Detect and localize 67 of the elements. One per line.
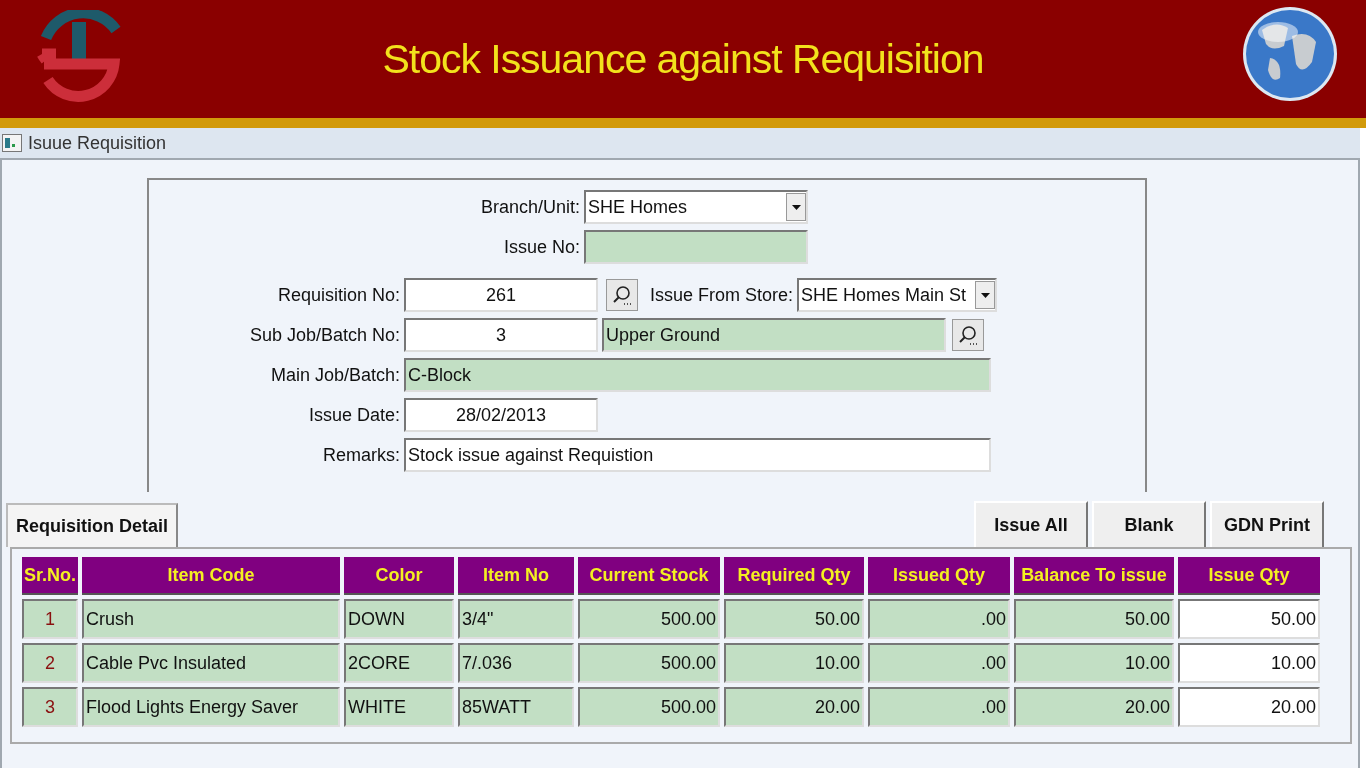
table-cell: 1 — [22, 599, 78, 639]
window-icon — [2, 134, 22, 152]
input-field[interactable]: C-Block — [404, 358, 991, 392]
caret-icon — [980, 292, 990, 298]
globe-icon — [1242, 6, 1338, 102]
search-icon — [611, 284, 633, 306]
dropdown[interactable]: SHE Homes — [584, 190, 808, 224]
input-field[interactable] — [584, 230, 808, 264]
field-label: Remarks: — [322, 443, 400, 467]
field-label: Requisition No: — [276, 283, 400, 307]
table-cell: 7/.036 — [458, 643, 574, 683]
column-header: Item No — [458, 557, 574, 595]
column-header: Required Qty — [724, 557, 864, 595]
table-cell: 50.00 — [724, 599, 864, 639]
input-field[interactable]: Upper Ground — [602, 318, 946, 352]
column-header: Color — [344, 557, 454, 595]
table-cell: .00 — [868, 687, 1010, 727]
column-header: Issued Qty — [868, 557, 1010, 595]
column-header: Issue Qty — [1178, 557, 1320, 595]
table-cell: 85WATT — [458, 687, 574, 727]
caret-icon — [791, 204, 801, 210]
table-cell: Crush — [82, 599, 340, 639]
table-cell: .00 — [868, 643, 1010, 683]
table-cell: Cable Pvc Insulated — [82, 643, 340, 683]
input-field[interactable]: 10.00 — [1178, 643, 1320, 683]
input-field[interactable]: 3 — [404, 318, 598, 352]
field-label: Issue Date: — [307, 403, 400, 427]
table-cell: WHITE — [344, 687, 454, 727]
table-cell: 2CORE — [344, 643, 454, 683]
table-cell: 20.00 — [1014, 687, 1174, 727]
input-field[interactable]: 50.00 — [1178, 599, 1320, 639]
lookup-button[interactable] — [606, 279, 638, 311]
table-cell: DOWN — [344, 599, 454, 639]
input-field[interactable]: 28/02/2013 — [404, 398, 598, 432]
table-cell: 20.00 — [724, 687, 864, 727]
table-cell: 3/4" — [458, 599, 574, 639]
field-label: Issue No: — [502, 235, 580, 259]
table-cell: 10.00 — [724, 643, 864, 683]
action-button[interactable]: Issue All — [974, 501, 1088, 549]
action-button[interactable]: GDN Print — [1210, 501, 1324, 549]
table-cell: 3 — [22, 687, 78, 727]
field-label: Issue From Store: — [650, 283, 794, 307]
lookup-button[interactable] — [952, 319, 984, 351]
column-header: Item Code — [82, 557, 340, 595]
field-label: Sub Job/Batch No: — [248, 323, 400, 347]
table-cell: .00 — [868, 599, 1010, 639]
table-cell: 2 — [22, 643, 78, 683]
column-header: Sr.No. — [22, 557, 78, 595]
table-cell: 10.00 — [1014, 643, 1174, 683]
table-cell: 500.00 — [578, 687, 720, 727]
field-label: Branch/Unit: — [479, 195, 580, 219]
window-title: Isuue Requisition — [28, 131, 167, 155]
column-header: Current Stock — [578, 557, 720, 595]
tab[interactable]: Requisition Detail — [6, 503, 178, 547]
search-icon — [957, 324, 979, 346]
input-field[interactable]: 20.00 — [1178, 687, 1320, 727]
table-cell: Flood Lights Energy Saver — [82, 687, 340, 727]
dropdown[interactable]: SHE Homes Main St — [797, 278, 998, 312]
table-cell: 500.00 — [578, 599, 720, 639]
column-header: Balance To issue — [1014, 557, 1174, 595]
page-title: Stock Issuance against Requisition — [382, 38, 984, 80]
field-label: Main Job/Batch: — [269, 363, 400, 387]
action-button[interactable]: Blank — [1092, 501, 1206, 549]
input-field[interactable]: 261 — [404, 278, 598, 312]
table-cell: 50.00 — [1014, 599, 1174, 639]
table-cell: 500.00 — [578, 643, 720, 683]
input-field[interactable]: Stock issue against Requistion — [404, 438, 991, 472]
